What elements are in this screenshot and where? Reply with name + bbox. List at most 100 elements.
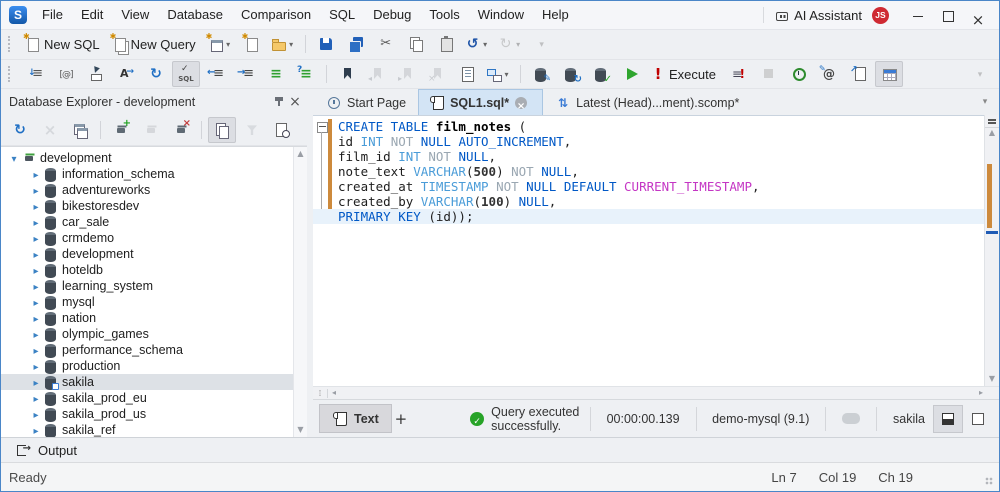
scroll-down-icon[interactable]: ▼ bbox=[297, 425, 303, 435]
chevron-collapsed-icon[interactable] bbox=[29, 230, 43, 246]
editor-scroll-track[interactable] bbox=[985, 138, 999, 374]
db-edit-button[interactable] bbox=[527, 61, 555, 87]
goto-button[interactable] bbox=[82, 61, 110, 87]
tab-sql1-sql-[interactable]: SQL1.sql* bbox=[418, 89, 544, 116]
comment-button[interactable] bbox=[262, 61, 290, 87]
new-file-button[interactable] bbox=[238, 31, 266, 57]
layout-split-button[interactable] bbox=[933, 404, 963, 433]
tree-item-development[interactable]: development bbox=[1, 246, 293, 263]
execute-script-button[interactable] bbox=[725, 61, 753, 87]
connection-name[interactable]: demo-mysql (9.1) bbox=[704, 412, 817, 426]
history-button[interactable] bbox=[785, 61, 813, 87]
code-line-1[interactable]: CREATE TABLE film_notes ( bbox=[313, 119, 984, 134]
code-line-5[interactable]: created_at TIMESTAMP NOT NULL DEFAULT CU… bbox=[313, 179, 984, 194]
db-refresh-button[interactable] bbox=[557, 61, 585, 87]
editor-scroll-up-icon[interactable]: ▲ bbox=[989, 128, 995, 138]
ai-assistant-icon[interactable] bbox=[774, 7, 790, 23]
code-line-6[interactable]: created_by VARCHAR(100) NULL, bbox=[313, 194, 984, 209]
tree-item-sakila_prod_us[interactable]: sakila_prod_us bbox=[1, 406, 293, 423]
tree-scrollbar[interactable]: ▲ ▼ bbox=[293, 147, 307, 438]
tree-item-mysql[interactable]: mysql bbox=[1, 294, 293, 311]
connection-add-button[interactable] bbox=[107, 117, 135, 143]
chevron-collapsed-icon[interactable] bbox=[29, 342, 43, 358]
chevron-collapsed-icon[interactable] bbox=[29, 198, 43, 214]
new-window-button[interactable] bbox=[205, 31, 236, 57]
menu-window[interactable]: Window bbox=[469, 7, 533, 22]
chevron-collapsed-icon[interactable] bbox=[29, 278, 43, 294]
chevron-collapsed-icon[interactable] bbox=[29, 214, 43, 230]
dropdown-caret-icon[interactable] bbox=[502, 66, 511, 82]
documents-button[interactable] bbox=[208, 117, 236, 144]
tree-item-learning_system[interactable]: learning_system bbox=[1, 278, 293, 295]
chevron-collapsed-icon[interactable] bbox=[29, 406, 43, 422]
menu-help[interactable]: Help bbox=[533, 7, 578, 22]
new-query-button[interactable]: New Query bbox=[109, 31, 203, 57]
tree-item-adventureworks[interactable]: adventureworks bbox=[1, 182, 293, 199]
output-panel-header[interactable]: Output bbox=[1, 437, 999, 463]
bookmark-button[interactable] bbox=[333, 61, 361, 87]
chevron-collapsed-icon[interactable] bbox=[29, 166, 43, 182]
close-button[interactable] bbox=[963, 1, 993, 29]
tab-text-view[interactable]: Text bbox=[319, 404, 392, 434]
tab-latest-head-ment-scomp-[interactable]: Latest (Head)...ment).scomp* bbox=[544, 89, 750, 115]
execute-bang-button[interactable]: Execute bbox=[647, 61, 723, 87]
code-line-7[interactable]: PRIMARY KEY (id)); bbox=[313, 209, 984, 225]
editor-scroll-right-icon[interactable]: ▸ bbox=[979, 388, 983, 398]
pin-icon[interactable] bbox=[271, 94, 287, 110]
tree-item-sakila[interactable]: sakila bbox=[1, 374, 293, 391]
doc-history-button[interactable] bbox=[268, 117, 296, 143]
save-all-button[interactable] bbox=[342, 31, 370, 57]
validate-sql-button[interactable] bbox=[172, 61, 200, 88]
menu-file[interactable]: File bbox=[33, 7, 72, 22]
dropdown-caret-icon[interactable] bbox=[287, 36, 296, 52]
chevron-collapsed-icon[interactable] bbox=[29, 262, 43, 278]
panel-close-icon[interactable] bbox=[287, 94, 303, 110]
tree-item-performance_schema[interactable]: performance_schema bbox=[1, 342, 293, 359]
minimize-button[interactable] bbox=[903, 1, 933, 29]
tree-item-crmdemo[interactable]: crmdemo bbox=[1, 230, 293, 247]
layout-full-button[interactable] bbox=[963, 405, 993, 433]
cut-button[interactable] bbox=[372, 31, 400, 57]
profile-at-button[interactable] bbox=[815, 61, 843, 87]
db-check-button[interactable] bbox=[587, 61, 615, 87]
tree-item-hoteldb[interactable]: hoteldb bbox=[1, 262, 293, 279]
code-line-4[interactable]: note_text VARCHAR(500) NOT NULL, bbox=[313, 164, 984, 179]
scroll-up-icon[interactable]: ▲ bbox=[297, 149, 303, 159]
chevron-collapsed-icon[interactable] bbox=[29, 246, 43, 262]
chevron-collapsed-icon[interactable] bbox=[29, 422, 43, 437]
maximize-button[interactable] bbox=[933, 1, 963, 29]
indent-button[interactable] bbox=[232, 61, 260, 87]
code-line-3[interactable]: film_id INT NOT NULL, bbox=[313, 149, 984, 164]
sql-editor[interactable]: CREATE TABLE film_notes (id INT NOT NULL… bbox=[313, 115, 984, 387]
at-parameters-button[interactable] bbox=[52, 61, 80, 87]
format-document-button[interactable] bbox=[22, 61, 50, 87]
copy-button[interactable] bbox=[402, 31, 430, 57]
open-folder-button[interactable] bbox=[268, 31, 299, 57]
refresh-button[interactable] bbox=[6, 117, 34, 143]
run-button[interactable] bbox=[617, 61, 645, 87]
resize-grip[interactable] bbox=[985, 477, 995, 487]
user-avatar-badge[interactable]: JS bbox=[872, 6, 889, 24]
auto-format-button[interactable] bbox=[112, 61, 140, 87]
editor-vertical-scrollbar[interactable]: ▲ ▼ bbox=[984, 115, 999, 387]
refresh-button[interactable] bbox=[142, 61, 170, 87]
code-line-2[interactable]: id INT NOT NULL AUTO_INCREMENT, bbox=[313, 134, 984, 149]
tree-item-olympic_games[interactable]: olympic_games bbox=[1, 326, 293, 343]
windows-button[interactable] bbox=[66, 117, 94, 143]
menu-edit[interactable]: Edit bbox=[72, 7, 112, 22]
tree-item-production[interactable]: production bbox=[1, 358, 293, 375]
editor-scroll-down-icon[interactable]: ▼ bbox=[989, 374, 995, 384]
dropdown-caret-icon[interactable] bbox=[481, 36, 490, 52]
tree-item-nation[interactable]: nation bbox=[1, 310, 293, 327]
chevron-expanded-icon[interactable] bbox=[7, 150, 21, 166]
tree-item-bikestoresdev[interactable]: bikestoresdev bbox=[1, 198, 293, 215]
chevron-collapsed-icon[interactable] bbox=[29, 358, 43, 374]
new-sql-button[interactable]: New SQL bbox=[22, 31, 107, 57]
tree-item-information_schema[interactable]: information_schema bbox=[1, 166, 293, 183]
current-database[interactable]: sakila bbox=[885, 412, 933, 426]
outdent-button[interactable] bbox=[202, 61, 230, 87]
chevron-collapsed-icon[interactable] bbox=[29, 310, 43, 326]
editor-horizontal-scrollbar[interactable]: ⁞ ◂ ▸ bbox=[313, 386, 999, 400]
tree-item-car_sale[interactable]: car_sale bbox=[1, 214, 293, 231]
dropdown-caret-icon[interactable] bbox=[224, 36, 233, 52]
